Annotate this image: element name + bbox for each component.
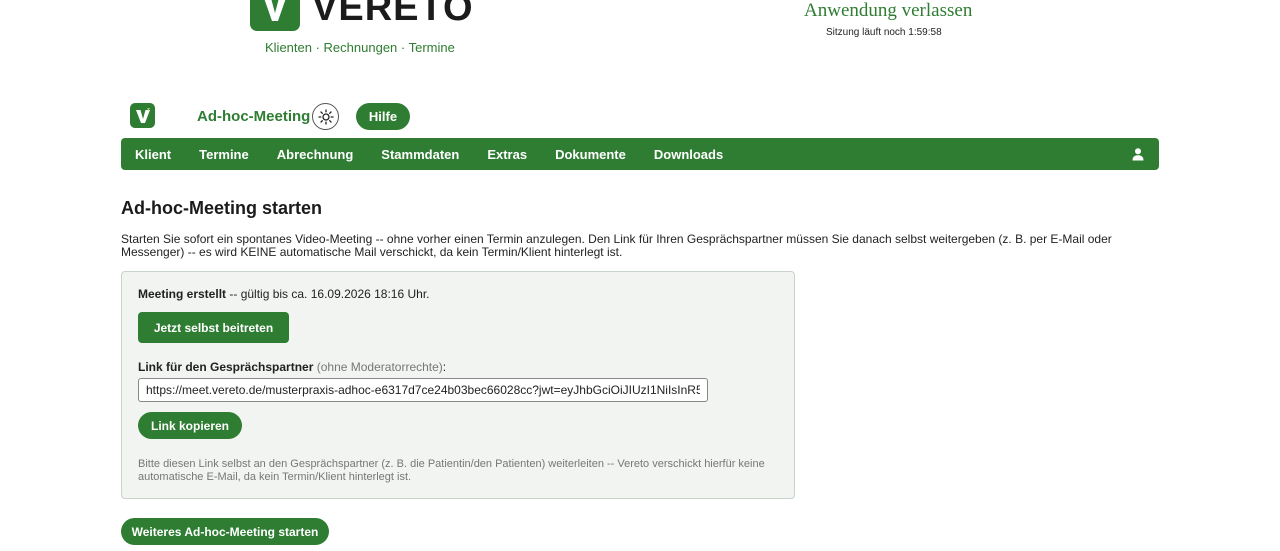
start-another-meeting-button[interactable]: Weiteres Ad-hoc-Meeting starten	[121, 518, 329, 545]
link-label-muted: (ohne Moderatorrechte)	[313, 360, 443, 374]
nav-item-downloads[interactable]: Downloads	[640, 147, 737, 162]
exit-app-link[interactable]: Anwendung verlassen	[804, 0, 972, 22]
link-note: Bitte diesen Link selbst an den Gespräch…	[138, 458, 765, 483]
nav-item-stammdaten[interactable]: Stammdaten	[367, 147, 473, 162]
link-label-colon: :	[442, 360, 447, 374]
copy-link-button[interactable]: Link kopieren	[138, 412, 242, 439]
link-termine[interactable]: Termine	[409, 40, 455, 55]
nav-item-dokumente[interactable]: Dokumente	[541, 147, 640, 162]
app-logo-icon[interactable]	[130, 103, 155, 128]
link-label: Link für den Gesprächspartner (ohne Mode…	[138, 360, 446, 374]
main-nav: Klient Termine Abrechnung Stammdaten Ext…	[121, 138, 1159, 170]
brand-links: Klienten · Rechnungen · Termine	[265, 40, 455, 55]
page-title: Ad-hoc-Meeting starten	[121, 198, 323, 218]
user-menu-button[interactable]	[1131, 147, 1145, 161]
v-mark-icon	[264, 0, 286, 21]
vereto-logo-icon[interactable]	[250, 0, 300, 31]
join-meeting-button[interactable]: Jetzt selbst beitreten	[138, 312, 289, 343]
app-bar: Ad-hoc-Meeting Hilfe	[130, 103, 1160, 130]
nav-item-extras[interactable]: Extras	[473, 147, 541, 162]
help-button[interactable]: Hilfe	[356, 103, 410, 130]
status-text: -- gültig bis ca. 16.09.2026 18:16 Uhr.	[226, 287, 430, 301]
meeting-link-field[interactable]	[138, 378, 708, 402]
theme-toggle-button[interactable]	[312, 103, 339, 130]
session-timer: Sitzung läuft noch 1:59:58	[826, 27, 942, 38]
nav-item-klient[interactable]: Klient	[121, 147, 185, 162]
app-title: Ad-hoc-Meeting	[197, 108, 311, 125]
brand-header: VERETO	[250, 0, 474, 31]
link-klienten[interactable]: Klienten	[265, 40, 312, 55]
user-icon	[1132, 148, 1144, 161]
nav-item-abrechnung[interactable]: Abrechnung	[263, 147, 368, 162]
meeting-status: Meeting erstellt -- gültig bis ca. 16.09…	[138, 287, 430, 301]
v-mark-icon	[135, 107, 150, 123]
sun-icon	[317, 108, 334, 125]
link-rechnungen[interactable]: Rechnungen	[324, 40, 398, 55]
meeting-card: Meeting erstellt -- gültig bis ca. 16.09…	[121, 271, 795, 499]
intro-text: Starten Sie sofort ein spontanes Video-M…	[121, 232, 1112, 259]
link-label-bold: Link für den Gesprächspartner	[138, 360, 314, 374]
link-separator: ·	[311, 40, 324, 55]
link-separator: ·	[397, 40, 409, 55]
status-bold: Meeting erstellt	[138, 287, 227, 301]
nav-item-termine[interactable]: Termine	[185, 147, 263, 162]
brand-name: VERETO	[312, 0, 474, 29]
